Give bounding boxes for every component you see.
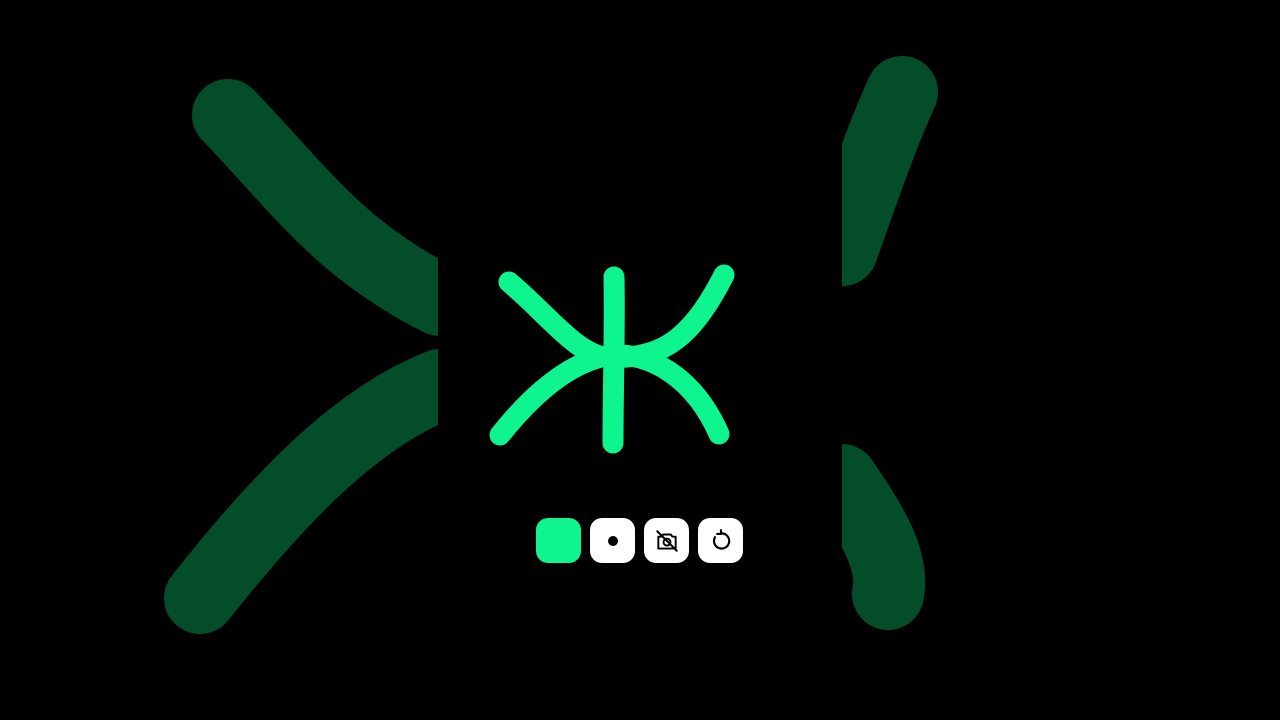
toolbar [536, 518, 743, 563]
drawing-app [0, 0, 1280, 720]
drawing-strokes [489, 264, 735, 454]
bg-stroke-lower-right [806, 444, 926, 630]
dot-icon [607, 535, 618, 546]
bg-stroke-upper-right [806, 56, 938, 286]
bg-stroke-lower-left [164, 349, 476, 634]
camera-off-button[interactable] [644, 518, 689, 563]
drawing-canvas[interactable] [438, 0, 842, 720]
bg-stroke-upper-left [192, 79, 476, 336]
rotate-ccw-icon [712, 528, 730, 550]
color-swatch-button[interactable] [536, 518, 581, 563]
camera-off-icon [655, 529, 678, 552]
reset-button[interactable] [698, 518, 743, 563]
brush-size-button[interactable] [590, 518, 635, 563]
